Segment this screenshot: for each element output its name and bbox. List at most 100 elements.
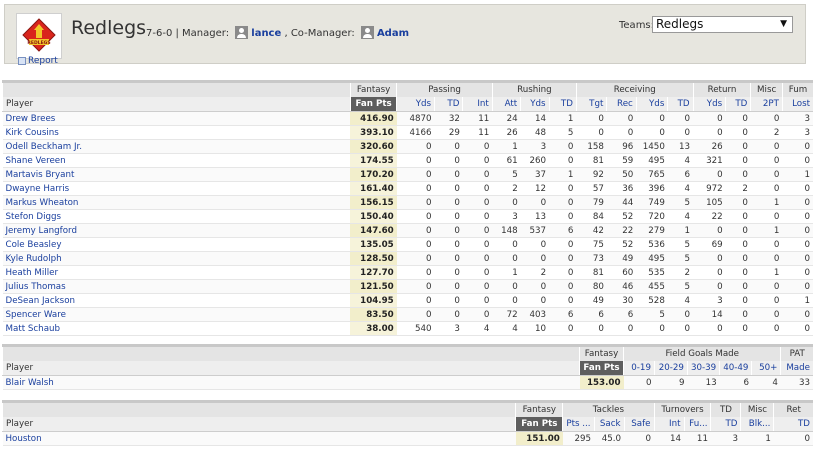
stat-column-header[interactable]: 30-39 xyxy=(686,360,720,376)
stat-column-header[interactable]: Sack xyxy=(593,416,625,432)
comanager-label: , Co-Manager: xyxy=(284,28,355,39)
stat-cell: 0 xyxy=(396,209,435,224)
stat-column-header[interactable]: Fu... xyxy=(683,416,711,432)
stat-cell: 0 xyxy=(725,265,751,280)
stat-cell: 105 xyxy=(693,195,726,210)
player-name-link[interactable]: Heath Miller xyxy=(2,265,351,280)
player-name-link[interactable]: Odell Beckham Jr. xyxy=(2,139,351,154)
stat-cell: 5 xyxy=(492,167,521,182)
stat-cell: 0 xyxy=(782,181,813,196)
stat-column-header[interactable]: Yds xyxy=(635,96,668,112)
stat-column-header[interactable]: TD xyxy=(710,416,741,432)
stat-cell: 0 xyxy=(576,125,607,140)
stat-cell: 0 xyxy=(750,167,783,182)
player-name-link[interactable]: Houston xyxy=(2,431,516,446)
player-name-link[interactable]: Martavis Bryant xyxy=(2,167,351,182)
stat-column-header[interactable]: Safe xyxy=(623,416,655,432)
kicker-group-header-row: Fantasy Field Goals Made PAT xyxy=(1,344,813,361)
player-name-link[interactable]: Shane Vereen xyxy=(2,153,351,168)
player-name-link[interactable]: Drew Brees xyxy=(2,111,351,126)
defense-group-header-row: Fantasy Tackles Turnovers TD Misc Ret xyxy=(1,400,813,417)
stat-column-header[interactable]: Lost xyxy=(781,96,813,112)
stat-cell: 0 xyxy=(434,265,463,280)
stat-cell: 80 xyxy=(576,279,607,294)
stat-cell: 14 xyxy=(654,431,684,446)
stat-column-header[interactable]: Made xyxy=(780,360,813,376)
stat-cell: 0 xyxy=(549,321,577,336)
stat-cell: 0 xyxy=(782,195,813,210)
stat-cell: 1 xyxy=(549,111,577,126)
stat-cell: 0 xyxy=(782,279,813,294)
fan-pts-column-header[interactable]: Fan Pts xyxy=(579,360,624,376)
player-name-link[interactable]: Blair Walsh xyxy=(2,375,580,390)
player-name-link[interactable]: Dwayne Harris xyxy=(2,181,351,196)
stat-cell: 22 xyxy=(606,223,637,238)
stat-column-header[interactable]: TD xyxy=(548,96,577,112)
player-name-link[interactable]: Spencer Ware xyxy=(2,307,351,322)
stat-cell: 6 xyxy=(576,307,607,322)
comanager-link[interactable]: Adam xyxy=(377,28,409,39)
stat-cell: 3 xyxy=(782,111,813,126)
stat-column-header[interactable]: Pts ... xyxy=(562,416,595,432)
stat-column-header[interactable]: TD xyxy=(667,96,694,112)
stat-cell: 0 xyxy=(462,265,493,280)
stat-column-header[interactable]: Rec xyxy=(606,96,637,112)
fan-pts-cell: 104.95 xyxy=(350,293,397,308)
stat-column-header[interactable]: TD xyxy=(773,416,813,432)
stat-column-header[interactable]: TD xyxy=(434,96,463,112)
player-column-header[interactable]: Player xyxy=(2,96,351,112)
stat-cell: 0 xyxy=(462,293,493,308)
stat-cell: 4 xyxy=(492,321,521,336)
stat-column-header[interactable]: Yds xyxy=(520,96,550,112)
manager-link[interactable]: lance xyxy=(251,28,281,39)
player-name-link[interactable]: Markus Wheaton xyxy=(2,195,351,210)
player-name-link[interactable]: Matt Schaub xyxy=(2,321,351,336)
player-name-link[interactable]: Julius Thomas xyxy=(2,279,351,294)
offense-group-rushing: Rushing xyxy=(491,80,577,97)
stat-column-header[interactable]: 2PT xyxy=(750,96,783,112)
report-link[interactable]: Report xyxy=(18,56,58,66)
fan-pts-column-header[interactable]: Fan Pts xyxy=(515,416,563,432)
stat-column-header[interactable]: Yds xyxy=(396,96,435,112)
stat-cell: 26 xyxy=(693,139,726,154)
stat-cell: 0 xyxy=(750,293,783,308)
stat-column-header[interactable]: 20-29 xyxy=(653,360,688,376)
player-column-header[interactable]: Player xyxy=(1,360,580,376)
stat-column-header[interactable]: Blk... xyxy=(740,416,774,432)
stat-column-header[interactable]: Int xyxy=(462,96,493,112)
stat-cell: 52 xyxy=(606,209,637,224)
fan-pts-cell: 147.60 xyxy=(350,223,397,238)
stat-column-header[interactable]: Yds xyxy=(692,96,726,112)
stat-cell: 30 xyxy=(606,293,637,308)
stat-cell: 0 xyxy=(636,111,668,126)
player-name-link[interactable]: Cole Beasley xyxy=(2,237,351,252)
stat-column-header[interactable]: 40-49 xyxy=(719,360,752,376)
player-name-link[interactable]: Kirk Cousins xyxy=(2,125,351,140)
teams-select[interactable]: Redlegs ▼ xyxy=(652,16,793,33)
stat-column-header[interactable]: TD xyxy=(725,96,751,112)
stat-column-header[interactable]: Tgt xyxy=(575,96,607,112)
player-name-link[interactable]: Kyle Rudolph xyxy=(2,251,351,266)
stat-cell: 0 xyxy=(750,279,783,294)
stat-column-header[interactable]: Int xyxy=(653,416,684,432)
stat-cell: 75 xyxy=(576,237,607,252)
stat-cell: 0 xyxy=(462,195,493,210)
player-name-link[interactable]: Stefon Diggs xyxy=(2,209,351,224)
stat-column-header[interactable]: 0-19 xyxy=(623,360,655,376)
fan-pts-column-header[interactable]: Fan Pts xyxy=(349,96,397,112)
stat-column-header[interactable]: 50+ xyxy=(751,360,781,376)
team-logo-image: REDLEGS xyxy=(22,18,56,52)
stat-cell: 1 xyxy=(750,265,783,280)
user-icon xyxy=(235,26,249,39)
fan-pts-cell: 161.40 xyxy=(350,181,397,196)
player-column-header[interactable]: Player xyxy=(1,416,516,432)
stat-cell: 403 xyxy=(520,307,550,322)
stat-cell: 0 xyxy=(725,307,751,322)
stat-cell: 720 xyxy=(636,209,668,224)
player-name-link[interactable]: Jeremy Langford xyxy=(2,223,351,238)
stat-cell: 0 xyxy=(462,237,493,252)
stat-cell: 0 xyxy=(750,251,783,266)
player-name-link[interactable]: DeSean Jackson xyxy=(2,293,351,308)
stat-cell: 295 xyxy=(562,431,595,446)
stat-column-header[interactable]: Att xyxy=(491,96,521,112)
